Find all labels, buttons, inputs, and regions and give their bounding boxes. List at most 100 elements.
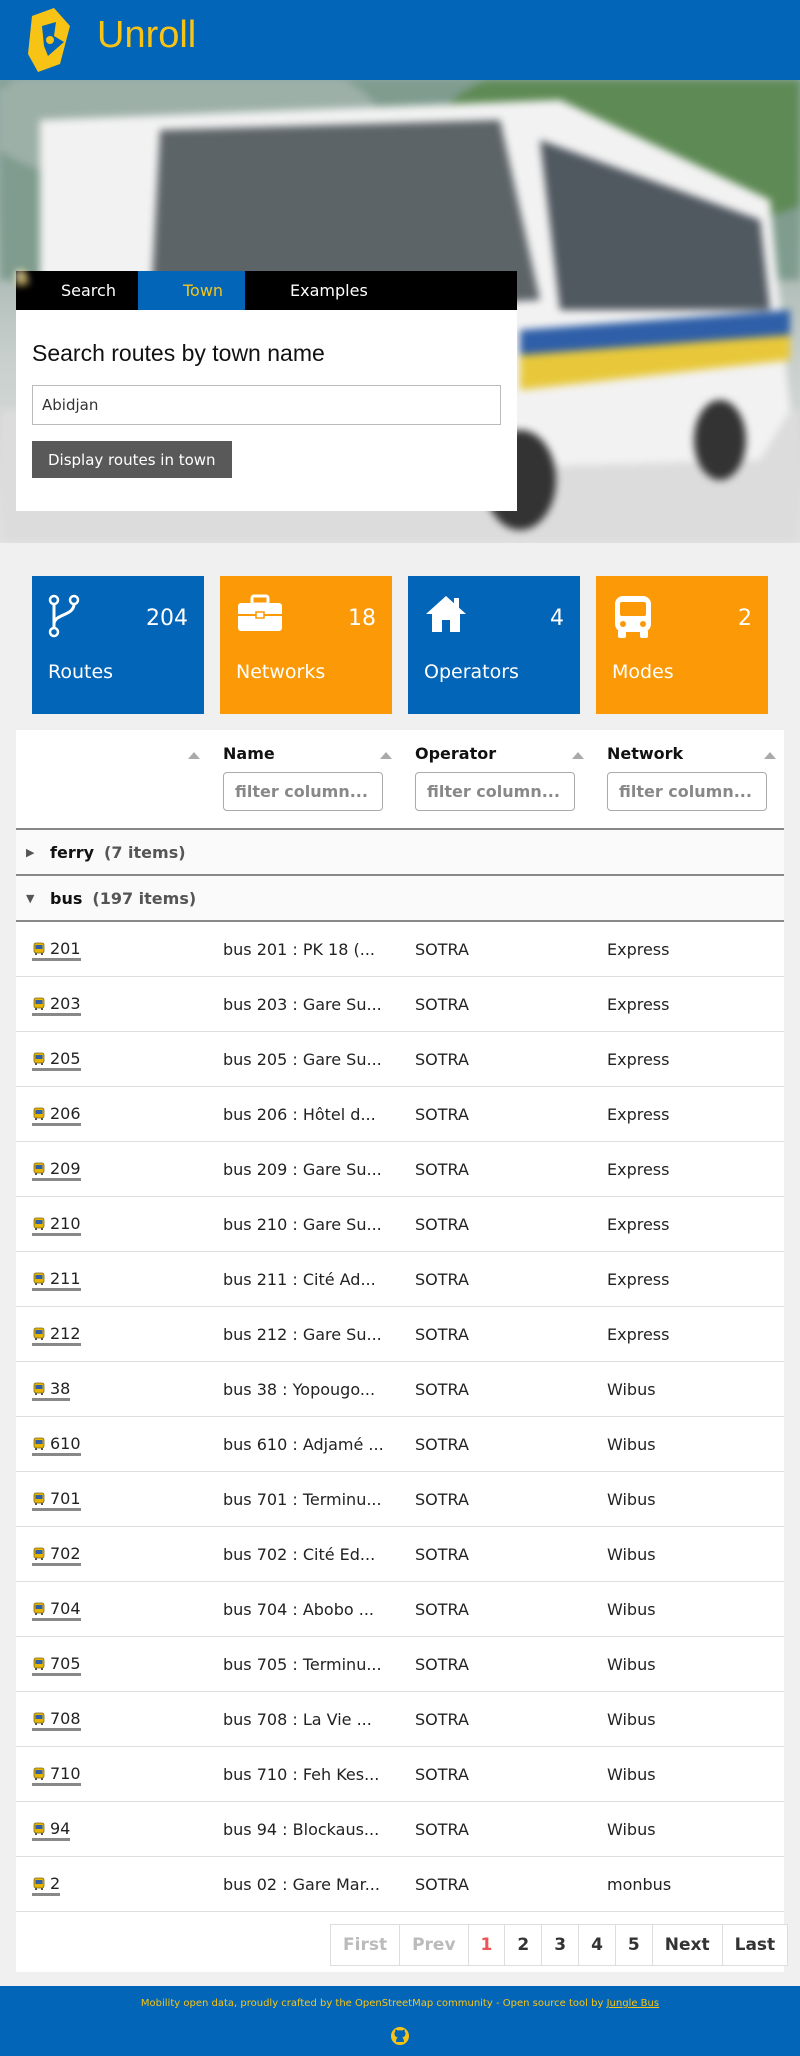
route-ref: 702 [50,1544,81,1563]
route-ref-link[interactable]: 702 [32,1545,81,1566]
app-title[interactable]: Unroll [97,14,196,57]
route-ref-link[interactable]: 708 [32,1710,81,1731]
table-row[interactable]: 610 bus 610 : Adjamé ... SOTRA Wibus [16,1417,784,1472]
column-header-name[interactable]: Name [223,744,275,763]
footer-text: Mobility open data, proudly crafted by t… [0,1998,800,2009]
table-row[interactable]: 38 bus 38 : Yopougo... SOTRA Wibus [16,1362,784,1417]
table-row[interactable]: 704 bus 704 : Abobo ... SOTRA Wibus [16,1582,784,1637]
route-ref-link[interactable]: 610 [32,1435,81,1456]
bus-icon [33,1272,45,1285]
route-ref-link[interactable]: 710 [32,1765,81,1786]
group-row-bus[interactable]: ▼ bus (197 items) [16,874,784,920]
route-ref-link[interactable]: 201 [32,940,81,961]
stat-tile-modes[interactable]: 2 Modes [596,576,768,714]
stat-tile-routes[interactable]: 204 Routes [32,576,204,714]
route-network: Express [607,1160,670,1179]
filter-name-input[interactable] [223,772,383,811]
route-name: bus 704 : Abobo ... [223,1600,374,1619]
town-name-input[interactable] [32,385,501,425]
route-ref-link[interactable]: 210 [32,1215,81,1236]
route-ref-link[interactable]: 2 [32,1875,61,1896]
route-ref-link[interactable]: 212 [32,1325,81,1346]
column-header-network[interactable]: Network [607,744,683,763]
route-network: Wibus [607,1765,656,1784]
sort-name-icon[interactable] [380,752,392,759]
page-5-button[interactable]: 5 [614,1925,652,1965]
route-name: bus 38 : Yopougo... [223,1380,376,1399]
route-operator: SOTRA [415,1435,469,1454]
route-operator: SOTRA [415,1875,469,1894]
bus-icon [33,1052,45,1065]
table-row[interactable]: 203 bus 203 : Gare Su... SOTRA Express [16,977,784,1032]
tab-examples-label: Examples [290,281,368,300]
bus-icon [33,1107,45,1120]
bus-icon [33,1327,45,1340]
column-header-operator[interactable]: Operator [415,744,496,763]
route-ref: 705 [50,1654,81,1673]
search-tabs: Search Town Examples [16,271,517,310]
route-ref-link[interactable]: 705 [32,1655,81,1676]
route-name: bus 702 : Cité Ed... [223,1545,376,1564]
table-row[interactable]: 710 bus 710 : Feh Kes... SOTRA Wibus [16,1747,784,1802]
filter-operator-input[interactable] [415,772,575,811]
sort-operator-icon[interactable] [572,752,584,759]
display-routes-button[interactable]: Display routes in town [32,441,232,478]
table-row[interactable]: 212 bus 212 : Gare Su... SOTRA Express [16,1307,784,1362]
route-ref-link[interactable]: 701 [32,1490,81,1511]
table-row[interactable]: 705 bus 705 : Terminu... SOTRA Wibus [16,1637,784,1692]
route-ref-link[interactable]: 203 [32,995,81,1016]
table-row[interactable]: 211 bus 211 : Cité Ad... SOTRA Express [16,1252,784,1307]
page-1-button[interactable]: 1 [467,1925,505,1965]
tab-examples[interactable]: Examples [17,271,390,310]
route-ref-link[interactable]: 211 [32,1270,81,1291]
table-row[interactable]: 205 bus 205 : Gare Su... SOTRA Express [16,1032,784,1087]
route-ref-link[interactable]: 704 [32,1600,81,1621]
route-operator: SOTRA [415,940,469,959]
table-row[interactable]: 209 bus 209 : Gare Su... SOTRA Express [16,1142,784,1197]
route-operator: SOTRA [415,1215,469,1234]
table-row[interactable]: 201 bus 201 : PK 18 (... SOTRA Express [16,922,784,977]
filter-network-input[interactable] [607,772,767,811]
group-row-ferry[interactable]: ▶ ferry (7 items) [16,828,784,874]
route-operator: SOTRA [415,1710,469,1729]
table-row[interactable]: 701 bus 701 : Terminu... SOTRA Wibus [16,1472,784,1527]
caret-right-icon: ▶ [26,845,35,859]
routes-label: Routes [48,661,114,683]
table-row[interactable]: 206 bus 206 : Hôtel d... SOTRA Express [16,1087,784,1142]
route-network: Express [607,1215,670,1234]
tab-search[interactable]: Search [16,271,138,310]
route-ref-link[interactable]: 206 [32,1105,81,1126]
route-name: bus 708 : La Vie ... [223,1710,372,1729]
page-next-button[interactable]: Next [651,1925,722,1965]
page-2-button[interactable]: 2 [504,1925,541,1965]
github-icon[interactable] [390,2026,410,2046]
table-row[interactable]: 702 bus 702 : Cité Ed... SOTRA Wibus [16,1527,784,1582]
page-prev-button[interactable]: Prev [399,1925,467,1965]
jungle-bus-link[interactable]: Jungle Bus [607,1998,660,2009]
stat-tile-networks[interactable]: 18 Networks [220,576,392,714]
table-row[interactable]: 210 bus 210 : Gare Su... SOTRA Express [16,1197,784,1252]
sort-network-icon[interactable] [764,752,776,759]
table-row[interactable]: 2 bus 02 : Gare Mar... SOTRA monbus [16,1857,784,1912]
page-3-button[interactable]: 3 [541,1925,578,1965]
sort-ref-icon[interactable] [188,752,200,759]
routes-count: 204 [146,606,188,631]
modes-label: Modes [612,661,674,683]
tab-town[interactable]: Town [17,271,246,310]
page-first-button[interactable]: First [331,1925,399,1965]
table-row[interactable]: 94 bus 94 : Blockaus... SOTRA Wibus [16,1802,784,1857]
table-row[interactable]: 708 bus 708 : La Vie ... SOTRA Wibus [16,1692,784,1747]
page-4-button[interactable]: 4 [578,1925,615,1965]
stat-tile-operators[interactable]: 4 Operators [408,576,580,714]
route-ref: 210 [50,1214,81,1233]
route-ref-link[interactable]: 94 [32,1820,71,1841]
networks-label: Networks [236,661,326,683]
route-ref-link[interactable]: 38 [32,1380,71,1401]
route-ref-link[interactable]: 205 [32,1050,81,1071]
bus-icon [33,1437,45,1450]
page-last-button[interactable]: Last [721,1925,788,1965]
route-network: Wibus [607,1820,656,1839]
route-ref-link[interactable]: 209 [32,1160,81,1181]
bus-icon [33,1162,45,1175]
unroll-logo-icon[interactable] [24,6,76,74]
